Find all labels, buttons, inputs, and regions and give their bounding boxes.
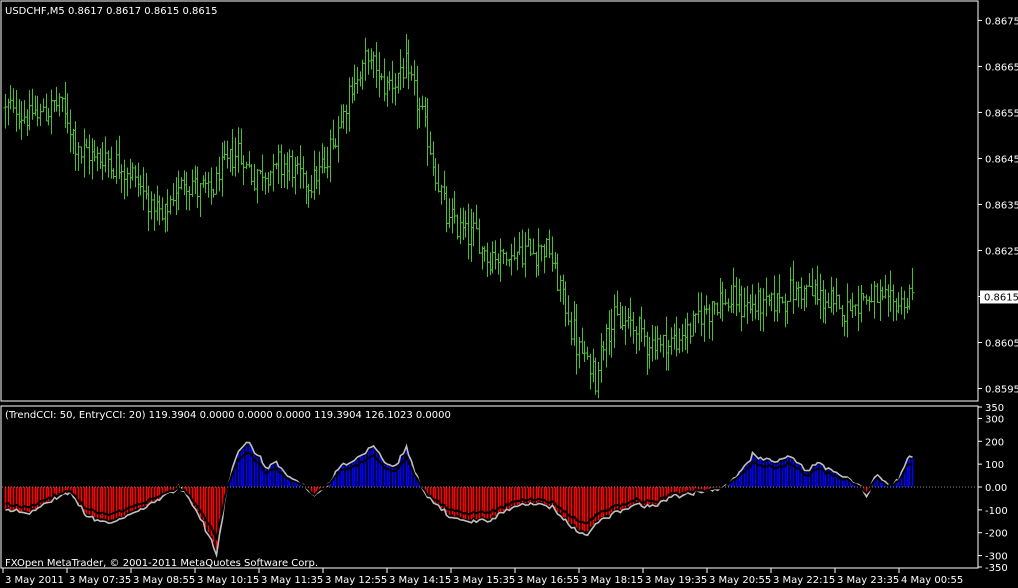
chart-canvas: 0.8675 0.8665 0.8655 0.8645 0.8635 0.8625 0.86… (0, 0, 1018, 588)
price-tick-label: 0.8595 (985, 384, 1018, 395)
time-tick-label: 3 May 23:35 (837, 575, 899, 586)
indicator-tick-label: -200 (985, 529, 1008, 540)
time-tick-label: 3 May 2011 (5, 575, 64, 586)
indicator-tick-label: -100 (985, 506, 1008, 517)
indicator-tick-label: 350 (985, 403, 1004, 414)
time-tick-label: 4 May 00:55 (901, 575, 963, 586)
time-tick-label: 3 May 08:55 (133, 575, 195, 586)
indicator-tick-label: 300 (985, 414, 1004, 425)
indicator-tick-label: -350 (985, 563, 1008, 574)
indicator-tick-label: -300 (985, 552, 1008, 563)
time-tick-label: 3 May 14:15 (389, 575, 451, 586)
time-tick-label: 3 May 19:35 (645, 575, 707, 586)
price-tick-label: 0.8635 (985, 200, 1018, 211)
price-tick-label: 0.8665 (985, 62, 1018, 73)
time-tick-label: 3 May 20:55 (709, 575, 771, 586)
time-tick-label: 3 May 12:55 (325, 575, 387, 586)
indicator-tick-label: 200 (985, 437, 1004, 448)
price-tick-label: 0.8655 (985, 108, 1018, 119)
current-price-label: 0.8615 (984, 292, 1018, 303)
indicator-tick-label: 100 (985, 460, 1004, 471)
current-price-tag: 0.8615 (980, 290, 1018, 304)
main-panel-header: USDCHF,M5 0.8617 0.8617 0.8615 0.8615 (5, 6, 217, 17)
price-tick-label: 0.8675 (985, 16, 1018, 27)
time-tick-label: 3 May 16:55 (517, 575, 579, 586)
time-tick-label: 3 May 22:15 (773, 575, 835, 586)
indicator-tick-label: 0.00 (985, 483, 1007, 494)
indicator-panel-header: (TrendCCI: 50, EntryCCI: 20) 119.3904 0.… (5, 410, 451, 421)
time-tick-label: 3 May 15:35 (453, 575, 515, 586)
copyright-label: FXOpen MetaTrader, © 2001-2011 MetaQuote… (5, 558, 318, 569)
price-tick-label: 0.8645 (985, 154, 1018, 165)
price-tick-label: 0.8605 (985, 338, 1018, 349)
time-tick-label: 3 May 07:35 (69, 575, 131, 586)
time-tick-label: 3 May 10:15 (197, 575, 259, 586)
time-tick-label: 3 May 18:15 (581, 575, 643, 586)
time-tick-label: 3 May 11:35 (261, 575, 323, 586)
price-tick-label: 0.8625 (985, 246, 1018, 257)
